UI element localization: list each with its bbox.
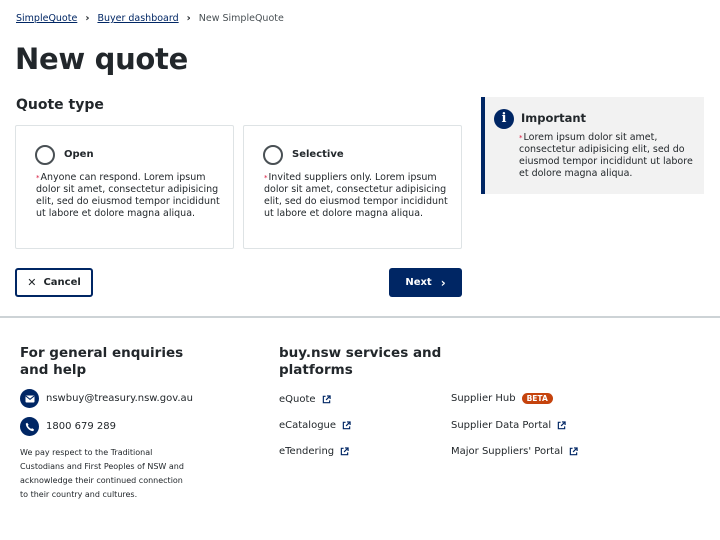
contact-phone-row: 1800 679 289 [20,417,116,436]
page-title: New quote [15,42,188,76]
email-icon [20,389,39,408]
cancel-button-label: Cancel [43,277,81,288]
footer-link-label: eQuote [279,394,316,405]
breadcrumb-current: New SimpleQuote [198,13,284,24]
footer-link-supplier-data-portal[interactable]: Supplier Data Portal [451,420,566,431]
important-body-text: Lorem ipsum dolor sit amet, consectetur … [519,132,693,179]
footer-link-label: eCatalogue [279,420,337,431]
asterisk-icon: * [36,174,40,182]
cancel-button[interactable]: ✕ Cancel [15,268,93,297]
option-label-open: Open [64,149,94,160]
external-link-icon [569,447,578,456]
footer-link-label: Major Suppliers' Portal [451,446,564,457]
acknowledgement-text: We pay respect to the Traditional Custod… [20,448,184,499]
footer-heading-enquiries: For general enquiries and help [20,345,184,378]
footer-link-equote[interactable]: eQuote [279,394,331,405]
beta-badge: BETA [521,393,553,404]
important-body: *Lorem ipsum dolor sit amet, consectetur… [519,132,699,180]
footer-link-major-suppliers-portal[interactable]: Major Suppliers' Portal [451,446,578,457]
footer-divider [0,316,720,318]
breadcrumb-link-simplequote[interactable]: SimpleQuote [16,13,77,24]
footer-heading-services: buy.nsw services and platforms [279,345,442,378]
option-card-open[interactable]: Open *Anyone can respond. Lorem ipsum do… [15,125,234,249]
option-description-open: *Anyone can respond. Lorem ipsum dolor s… [36,172,222,220]
important-callout: i Important *Lorem ipsum dolor sit amet,… [481,97,704,194]
section-title-quote-type: Quote type [16,97,104,113]
next-button[interactable]: Next › [389,268,462,297]
footer-link-supplier-hub[interactable]: Supplier Hub BETA [451,393,553,404]
option-card-selective[interactable]: Selective *Invited suppliers only. Lorem… [243,125,462,249]
asterisk-icon: * [264,174,268,182]
external-link-icon [340,447,349,456]
info-icon: i [494,109,514,129]
chevron-right-icon: › [85,13,90,24]
option-description-selective: *Invited suppliers only. Lorem ipsum dol… [264,172,450,220]
radio-open[interactable] [35,145,55,165]
breadcrumb: SimpleQuote › Buyer dashboard › New Simp… [16,13,284,24]
contact-email[interactable]: nswbuy@treasury.nsw.gov.au [46,393,193,404]
footer-link-label: eTendering [279,446,335,457]
breadcrumb-link-buyer-dashboard[interactable]: Buyer dashboard [97,13,178,24]
external-link-icon [342,421,351,430]
phone-icon [20,417,39,436]
close-icon: ✕ [27,276,37,289]
option-description-text: Invited suppliers only. Lorem ipsum dolo… [264,172,448,219]
radio-selective[interactable] [263,145,283,165]
footer-link-label: Supplier Hub [451,393,516,404]
important-title: Important [521,111,587,125]
footer-link-ecatalogue[interactable]: eCatalogue [279,420,351,431]
option-description-text: Anyone can respond. Lorem ipsum dolor si… [36,172,220,219]
chevron-right-icon: › [186,13,191,24]
option-label-selective: Selective [292,149,344,160]
external-link-icon [322,395,331,404]
contact-email-row: nswbuy@treasury.nsw.gov.au [20,389,193,408]
asterisk-icon: * [519,134,523,142]
contact-phone[interactable]: 1800 679 289 [46,421,116,432]
footer-link-etendering[interactable]: eTendering [279,446,349,457]
next-button-label: Next [405,277,432,288]
chevron-right-icon: › [440,275,446,290]
external-link-icon [557,421,566,430]
footer-link-label: Supplier Data Portal [451,420,552,431]
